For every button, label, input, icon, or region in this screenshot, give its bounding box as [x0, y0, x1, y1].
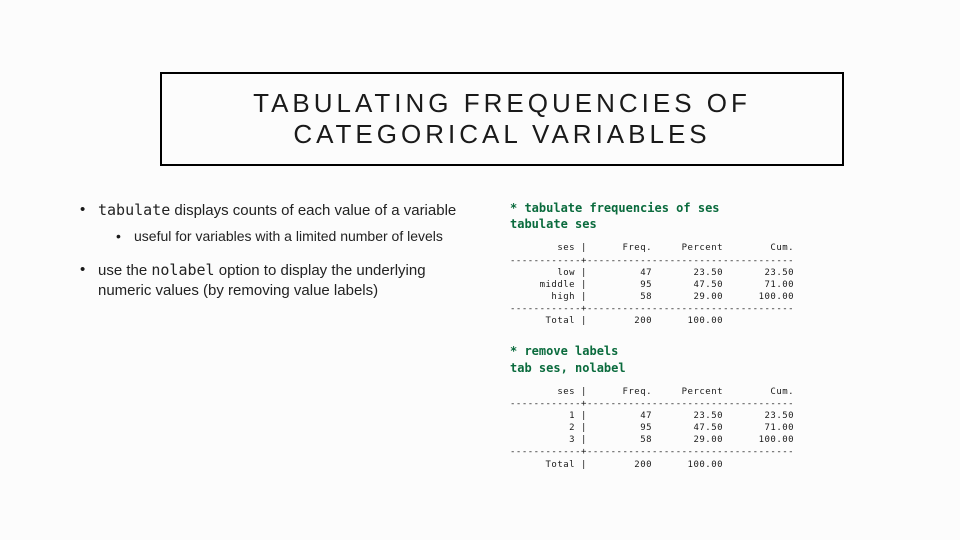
slide-title: TABULATING FREQUENCIES OF CATEGORICAL VA… [182, 88, 822, 150]
bullet-2-code: nolabel [151, 261, 214, 279]
code-command-2: tab ses, nolabel [510, 360, 920, 376]
code-command-1: tabulate ses [510, 216, 920, 232]
bullet-1-code: tabulate [98, 201, 170, 219]
bullet-1a: useful for variables with a limited numb… [116, 227, 480, 246]
bullet-2-pre: use the [98, 262, 151, 279]
bullet-1-text: displays counts of each value of a varia… [170, 202, 456, 219]
bullet-1: tabulate displays counts of each value o… [80, 200, 480, 246]
slide-title-box: TABULATING FREQUENCIES OF CATEGORICAL VA… [160, 72, 844, 166]
bullet-2: use the nolabel option to display the un… [80, 260, 480, 302]
output-table-2: ses | Freq. Percent Cum. ------------+--… [510, 386, 920, 471]
code-column: * tabulate frequencies of ses tabulate s… [510, 200, 920, 500]
code-comment-1: * tabulate frequencies of ses [510, 200, 920, 216]
content-area: tabulate displays counts of each value o… [80, 200, 920, 500]
code-comment-2: * remove labels [510, 343, 920, 359]
bullets-column: tabulate displays counts of each value o… [80, 200, 510, 500]
output-table-1: ses | Freq. Percent Cum. ------------+--… [510, 242, 920, 327]
